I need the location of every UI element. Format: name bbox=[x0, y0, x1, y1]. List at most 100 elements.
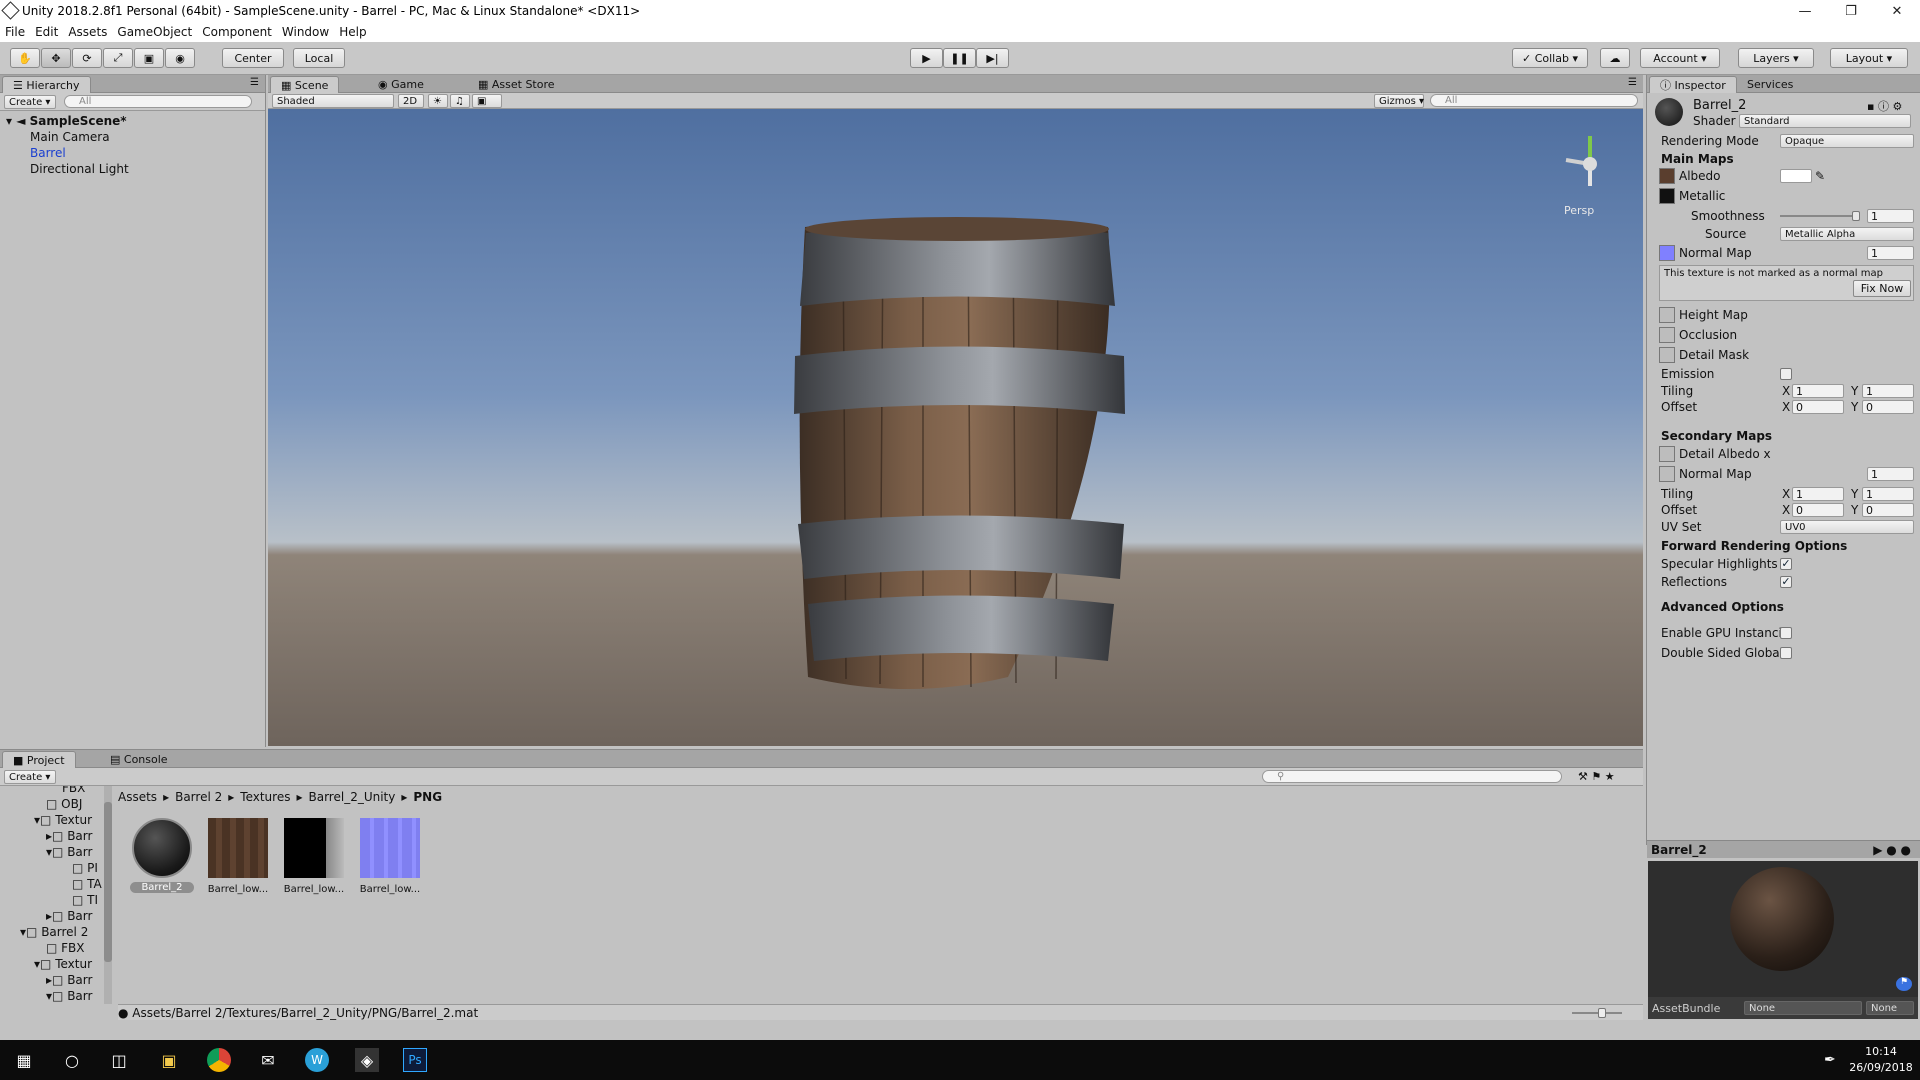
hierarchy-search-input[interactable]: All bbox=[64, 95, 252, 108]
scene-gizmo[interactable]: Persp bbox=[1564, 136, 1597, 217]
smoothness-slider[interactable] bbox=[1780, 215, 1858, 217]
tree-item[interactable]: ▾□ Textur bbox=[0, 812, 104, 828]
tree-item[interactable]: ▾□ Barrel 2 bbox=[0, 924, 104, 940]
tree-item[interactable]: □ TI bbox=[0, 892, 104, 908]
material-preview[interactable]: ⚑ bbox=[1648, 861, 1918, 997]
collab-button[interactable]: ✓ Collab ▾ bbox=[1512, 48, 1588, 68]
menu-edit[interactable]: Edit bbox=[30, 25, 63, 39]
preview-play-icon[interactable]: ▶ ● ● bbox=[1873, 843, 1911, 857]
task-view-icon[interactable]: ◫ bbox=[107, 1048, 131, 1072]
maximize-button[interactable]: ❐ bbox=[1828, 0, 1874, 22]
shading-dropdown[interactable]: Shaded bbox=[272, 94, 394, 108]
tree-item[interactable]: ▸□ Barr bbox=[0, 972, 104, 988]
move-tool-icon[interactable]: ✥ bbox=[41, 48, 71, 68]
sec-tiling-x-field[interactable]: 1 bbox=[1792, 487, 1844, 501]
mode-2d-toggle[interactable]: 2D bbox=[398, 94, 424, 108]
rotate-tool-icon[interactable]: ⟳ bbox=[72, 48, 102, 68]
emission-checkbox[interactable] bbox=[1780, 368, 1792, 380]
menu-window[interactable]: Window bbox=[277, 25, 334, 39]
chrome-icon[interactable] bbox=[207, 1048, 231, 1072]
minimize-button[interactable]: — bbox=[1782, 0, 1828, 22]
height-map-slot[interactable] bbox=[1659, 307, 1675, 323]
asset-item-albedo[interactable]: Barrel_low... bbox=[206, 816, 270, 906]
albedo-color-field[interactable] bbox=[1780, 169, 1812, 183]
tab-asset-store[interactable]: ▦ Asset Store bbox=[468, 76, 565, 93]
albedo-texture-slot[interactable] bbox=[1659, 168, 1675, 184]
tab-console[interactable]: ▤ Console bbox=[100, 751, 178, 768]
breadcrumb-barrel2[interactable]: Barrel 2 bbox=[175, 790, 222, 804]
smoothness-field[interactable]: 1 bbox=[1867, 209, 1914, 223]
tree-item[interactable]: □ TA bbox=[0, 876, 104, 892]
hierarchy-create-dropdown[interactable]: Create ▾ bbox=[4, 95, 56, 109]
close-button[interactable]: ✕ bbox=[1874, 0, 1920, 22]
uv-set-dropdown[interactable]: UV0 bbox=[1780, 520, 1914, 534]
normal-scale-field[interactable]: 1 bbox=[1867, 246, 1914, 260]
clock[interactable]: 10:14 26/09/2018 bbox=[1848, 1044, 1914, 1076]
pivot-center-button[interactable]: Center bbox=[222, 48, 284, 68]
hierarchy-item-barrel[interactable]: Barrel bbox=[0, 145, 265, 161]
pause-button[interactable]: ❚❚ bbox=[943, 48, 976, 68]
detail-albedo-slot[interactable] bbox=[1659, 446, 1675, 462]
gpu-instancing-checkbox[interactable] bbox=[1780, 627, 1792, 639]
breadcrumb-png[interactable]: PNG bbox=[413, 790, 442, 804]
tab-game[interactable]: ◉ Game bbox=[368, 76, 434, 93]
metallic-texture-slot[interactable] bbox=[1659, 188, 1675, 204]
hierarchy-item-directional-light[interactable]: Directional Light bbox=[0, 161, 265, 177]
sec-offset-y-field[interactable]: 0 bbox=[1862, 503, 1914, 517]
tree-item[interactable]: ▸□ Barr bbox=[0, 908, 104, 924]
pen-icon[interactable]: ✒ bbox=[1824, 1052, 1836, 1068]
thumbnail-size-slider[interactable] bbox=[1572, 1012, 1622, 1014]
help-icon[interactable]: ▪ ⓘ ⚙ bbox=[1867, 98, 1902, 114]
tree-item[interactable]: ▾□ Barr bbox=[0, 844, 104, 860]
audio-toggle-icon[interactable]: ♫ bbox=[450, 94, 470, 108]
panel-menu-icon[interactable]: ☰ bbox=[1628, 77, 1637, 88]
breadcrumb-barrel2unity[interactable]: Barrel_2_Unity bbox=[309, 790, 396, 804]
occlusion-slot[interactable] bbox=[1659, 327, 1675, 343]
breadcrumb-textures[interactable]: Textures bbox=[240, 790, 290, 804]
app-w-icon[interactable]: W bbox=[305, 1048, 329, 1072]
step-button[interactable]: ▶| bbox=[976, 48, 1009, 68]
tree-item[interactable]: ▾□ Barr bbox=[0, 988, 104, 1004]
tab-inspector[interactable]: ⓘ Inspector bbox=[1649, 76, 1737, 93]
effects-dropdown-icon[interactable]: ▣ bbox=[472, 94, 502, 108]
offset-x-field[interactable]: 0 bbox=[1792, 400, 1844, 414]
assetbundle-variant-dropdown[interactable]: None bbox=[1866, 1001, 1914, 1015]
tree-item[interactable]: □ FBX bbox=[0, 940, 104, 956]
tab-scene[interactable]: ▦ Scene bbox=[270, 76, 340, 93]
asset-item-normal[interactable]: Barrel_low... bbox=[358, 816, 422, 906]
scene-root[interactable]: ▾ ◄ SampleScene* bbox=[0, 113, 265, 129]
tab-services[interactable]: Services bbox=[1737, 76, 1803, 93]
lighting-toggle-icon[interactable]: ☀ bbox=[428, 94, 448, 108]
filter-icons[interactable]: ⚒ ⚑ ★ bbox=[1578, 770, 1615, 783]
mail-icon[interactable]: ✉ bbox=[256, 1048, 280, 1072]
tree-scrollbar[interactable] bbox=[104, 786, 112, 1004]
tree-item[interactable]: □ PI bbox=[0, 860, 104, 876]
offset-y-field[interactable]: 0 bbox=[1862, 400, 1914, 414]
smoothness-slider-thumb[interactable] bbox=[1852, 211, 1860, 221]
scale-tool-icon[interactable]: ⤢ bbox=[103, 48, 133, 68]
source-dropdown[interactable]: Metallic Alpha bbox=[1780, 227, 1914, 241]
cloud-icon[interactable]: ☁ bbox=[1600, 48, 1630, 68]
secondary-normal-slot[interactable] bbox=[1659, 466, 1675, 482]
barrel-model[interactable] bbox=[794, 217, 1125, 689]
specular-checkbox[interactable]: ✓ bbox=[1780, 558, 1792, 570]
file-explorer-icon[interactable]: ▣ bbox=[157, 1048, 181, 1072]
tree-item[interactable]: ▾□ Textur bbox=[0, 956, 104, 972]
assetbundle-name-dropdown[interactable]: None bbox=[1744, 1001, 1862, 1015]
gizmos-dropdown[interactable]: Gizmos ▾ bbox=[1374, 94, 1424, 108]
photoshop-icon[interactable]: Ps bbox=[403, 1048, 427, 1072]
sec-tiling-y-field[interactable]: 1 bbox=[1862, 487, 1914, 501]
detail-mask-slot[interactable] bbox=[1659, 347, 1675, 363]
menu-gameobject[interactable]: GameObject bbox=[112, 25, 197, 39]
hand-tool-icon[interactable]: ✋ bbox=[10, 48, 40, 68]
menu-component[interactable]: Component bbox=[197, 25, 277, 39]
breadcrumb-assets[interactable]: Assets bbox=[118, 790, 157, 804]
transform-tool-icon[interactable]: ◉ bbox=[165, 48, 195, 68]
scene-viewport[interactable]: Persp bbox=[268, 109, 1643, 746]
fix-now-button[interactable]: Fix Now bbox=[1853, 280, 1911, 297]
tiling-y-field[interactable]: 1 bbox=[1862, 384, 1914, 398]
double-sided-checkbox[interactable] bbox=[1780, 647, 1792, 659]
normal-map-texture-slot[interactable] bbox=[1659, 245, 1675, 261]
asset-item-metallic[interactable]: Barrel_low... bbox=[282, 816, 346, 906]
layers-dropdown[interactable]: Layers ▾ bbox=[1738, 48, 1814, 68]
